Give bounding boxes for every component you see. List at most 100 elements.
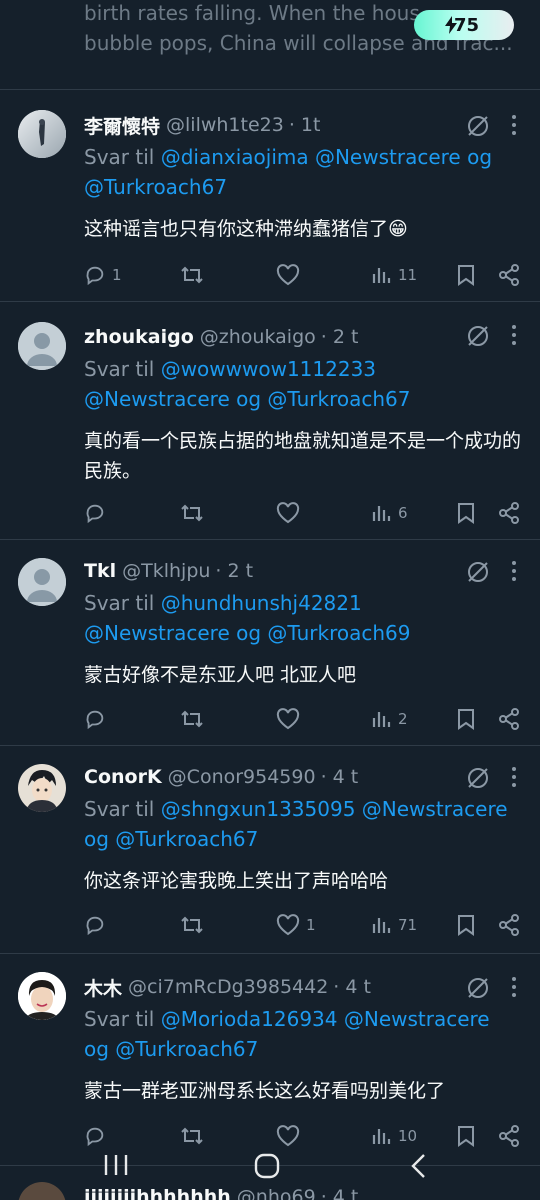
more-options-icon[interactable] [510,114,518,136]
recent-apps-icon[interactable] [102,1152,130,1178]
like-button[interactable] [276,264,306,286]
user-handle[interactable]: @zhoukaigo [200,326,316,348]
display-name[interactable]: 木木 [84,974,122,1001]
replying-to: Svar til @wowwwow1112233 @Newstracere og… [84,357,411,411]
mention-link[interactable]: @wowwwow1112233 [161,357,376,381]
replying-to: Svar til @shngxun1335095 @Newstracere og… [84,797,508,851]
hide-reply-icon[interactable] [466,766,490,790]
avatar[interactable] [18,110,66,158]
display-name[interactable]: 李爾懷特 [84,112,160,139]
heart-icon [276,264,300,286]
mention-link[interactable]: @Turkroach69 [267,621,410,645]
timestamp[interactable]: · 2 t [215,560,253,582]
bookmark-icon [458,915,474,936]
timestamp[interactable]: · 1t [289,114,321,136]
timestamp[interactable]: · 4 t [321,766,359,788]
tweet-header: zhoukaigo @zhoukaigo · 2 t [84,322,522,352]
reply-tweet[interactable]: ConorK @Conor954590 · 4 t Svar til @shng… [0,746,540,954]
reply-button[interactable] [84,914,112,936]
views-icon [372,268,391,283]
views-button[interactable]: 11 [372,265,417,285]
reply-button[interactable] [84,502,112,524]
hide-reply-icon[interactable] [466,560,490,584]
share-button[interactable] [498,502,520,524]
reply-icon [86,710,104,730]
mention-link[interactable]: @Newstracere [84,387,230,411]
hide-reply-icon[interactable] [466,324,490,348]
views-icon [372,712,391,727]
timestamp[interactable]: · 2 t [321,326,359,348]
retweet-icon [181,710,203,728]
more-options-icon[interactable] [510,976,518,998]
reply-tweet[interactable]: 李爾懷特 @lilwh1te23 · 1t Svar til @dianxiao… [0,90,540,302]
tweet-actions: 2 [84,706,526,732]
reply-tweet[interactable]: 木木 @ci7mRcDg3985442 · 4 t Svar til @Mori… [0,954,540,1166]
timestamp[interactable]: · 4 t [333,976,371,998]
more-options-icon[interactable] [510,560,518,582]
retweet-button[interactable] [180,264,210,286]
bookmark-button[interactable] [456,914,476,936]
avatar[interactable] [18,322,66,370]
user-handle[interactable]: @Conor954590 [168,766,316,788]
back-icon[interactable] [406,1152,430,1180]
like-button[interactable] [276,502,306,524]
retweet-button[interactable] [180,502,210,524]
views-button[interactable]: 6 [372,503,408,523]
mention-link[interactable]: @Newstracere [362,797,508,821]
reply-button[interactable]: 1 [84,264,122,286]
user-handle[interactable]: @lilwh1te23 [166,114,284,136]
mention-link[interactable]: @Turkroach67 [115,827,258,851]
views-button[interactable]: 2 [372,709,408,729]
hide-reply-icon[interactable] [466,976,490,1000]
display-name[interactable]: zhoukaigo [84,326,194,348]
more-options-icon[interactable] [510,766,518,788]
more-options-icon[interactable] [510,324,518,346]
bookmark-button[interactable] [456,502,476,524]
conjunction-text: og [84,1037,109,1061]
conjunction-text: og [467,145,493,169]
retweet-button[interactable] [180,708,210,730]
heart-icon [276,914,300,936]
mention-link[interactable]: @Morioda126934 [161,1007,338,1031]
tweet-text: 真的看一个民族占据的地盘就知道是不是一个成功的民族。 [84,430,522,482]
avatar[interactable] [18,764,66,812]
user-handle[interactable]: @ci7mRcDg3985442 [128,976,328,998]
home-icon[interactable] [253,1152,281,1180]
share-button[interactable] [498,264,520,286]
bookmark-button[interactable] [456,264,476,286]
tweet-actions: 6 [84,500,526,526]
mention-link[interactable]: @Newstracere [84,621,230,645]
bookmark-button[interactable] [456,708,476,730]
mention-link[interactable]: @Turkroach67 [84,175,227,199]
reply-button[interactable] [84,708,112,730]
avatar[interactable] [18,558,66,606]
heart-icon [276,708,300,730]
mention-link[interactable]: @Turkroach67 [115,1037,258,1061]
reply-tweet[interactable]: Tkl @Tklhjpu · 2 t Svar til @hundhunshj4… [0,540,540,746]
conjunction-text: og [236,621,262,645]
views-icon [372,506,391,521]
like-button[interactable] [276,708,306,730]
mention-link[interactable]: @hundhunshj42821 [161,591,362,615]
tweet-text: 你这条评论害我晚上笑出了声哈哈哈 [84,870,389,892]
user-handle[interactable]: @Tklhjpu [122,560,210,582]
like-button[interactable]: 1 [276,914,316,936]
mention-link[interactable]: @shngxun1335095 [161,797,356,821]
views-button[interactable]: 71 [372,915,417,935]
reply-tweet[interactable]: zhoukaigo @zhoukaigo · 2 t Svar til @wow… [0,302,540,540]
share-button[interactable] [498,914,520,936]
replying-to: Svar til @hundhunshj42821 @Newstracere o… [84,591,411,645]
mention-link[interactable]: @Newstracere [315,145,461,169]
mention-link[interactable]: @dianxiaojima [161,145,309,169]
lightning-icon [445,16,457,34]
share-button[interactable] [498,708,520,730]
hide-reply-icon[interactable] [466,114,490,138]
mention-link[interactable]: @Newstracere [344,1007,490,1031]
display-name[interactable]: ConorK [84,766,162,788]
reply-icon [86,916,104,936]
avatar[interactable] [18,972,66,1020]
mention-link[interactable]: @Turkroach67 [267,387,410,411]
retweet-button[interactable] [180,914,210,936]
tweet-actions: 1 11 [84,262,526,288]
display-name[interactable]: Tkl [84,560,116,582]
